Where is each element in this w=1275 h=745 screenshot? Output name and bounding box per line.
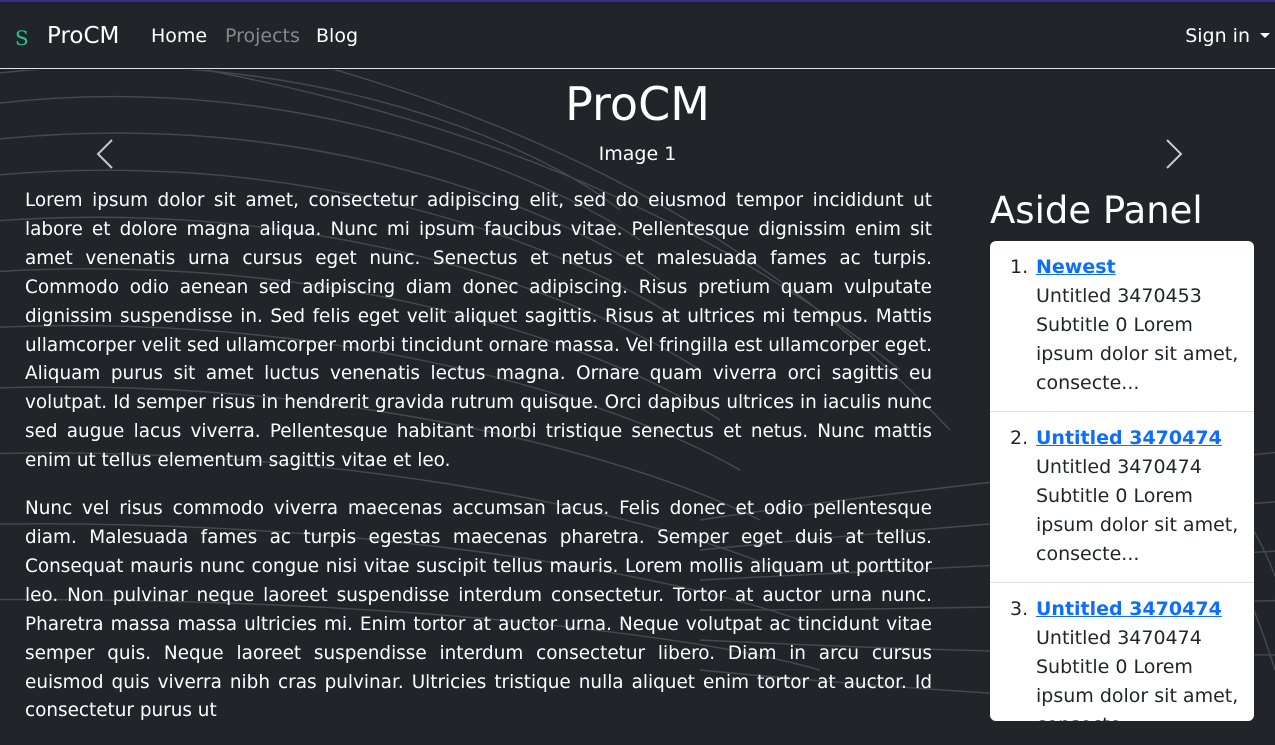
carousel-caption: Image 1 (598, 143, 677, 165)
aside-list-item: 2. Untitled 3470474 Untitled 3470474 Sub… (990, 412, 1254, 583)
chevron-right-icon (1166, 139, 1183, 169)
aside-item-number: 3. (1010, 598, 1029, 620)
brand-logo-icon[interactable]: S (15, 28, 29, 48)
nav-projects-link[interactable]: Projects (225, 23, 300, 49)
navbar: S ProCM Home Projects Blog Sign in (0, 2, 1275, 69)
nav-blog-link[interactable]: Blog (316, 23, 358, 49)
sign-in-dropdown[interactable]: Sign in (1185, 23, 1270, 49)
aside-list-item: 1. Newest Untitled 3470453 Subtitle 0 Lo… (990, 241, 1254, 412)
aside-item-text: Untitled 3470453 Subtitle 0 Lorem ipsum … (1036, 285, 1239, 394)
aside-item-link[interactable]: Newest (1036, 253, 1242, 282)
aside-list-item: 3. Untitled 3470474 Untitled 3470474 Sub… (990, 583, 1254, 721)
aside-item-number: 2. (1010, 427, 1029, 449)
carousel-prev-button[interactable] (85, 134, 125, 174)
aside-item-text: Untitled 3470474 Subtitle 0 Lorem ipsum … (1036, 456, 1239, 565)
aside-list: 1. Newest Untitled 3470453 Subtitle 0 Lo… (990, 241, 1254, 721)
sign-in-label: Sign in (1185, 25, 1250, 47)
paragraph-2: Nunc vel risus commodo viverra maecenas … (25, 498, 932, 722)
brand-link[interactable]: ProCM (47, 21, 119, 51)
carousel-next-button[interactable] (1154, 134, 1194, 174)
hero-title: ProCM (565, 77, 710, 131)
chevron-left-icon (96, 139, 113, 169)
aside-item-number: 1. (1010, 256, 1029, 278)
aside-item-text: Untitled 3470474 Subtitle 0 Lorem ipsum … (1036, 627, 1239, 721)
main-content: Lorem ipsum dolor sit amet, consectetur … (25, 187, 932, 745)
aside-item-link[interactable]: Untitled 3470474 (1036, 595, 1242, 624)
paragraph-1: Lorem ipsum dolor sit amet, consectetur … (25, 190, 932, 472)
aside-item-link[interactable]: Untitled 3470474 (1036, 424, 1242, 453)
caret-down-icon (1260, 33, 1270, 38)
aside-title: Aside Panel (990, 189, 1203, 232)
nav-home-link[interactable]: Home (151, 23, 207, 49)
